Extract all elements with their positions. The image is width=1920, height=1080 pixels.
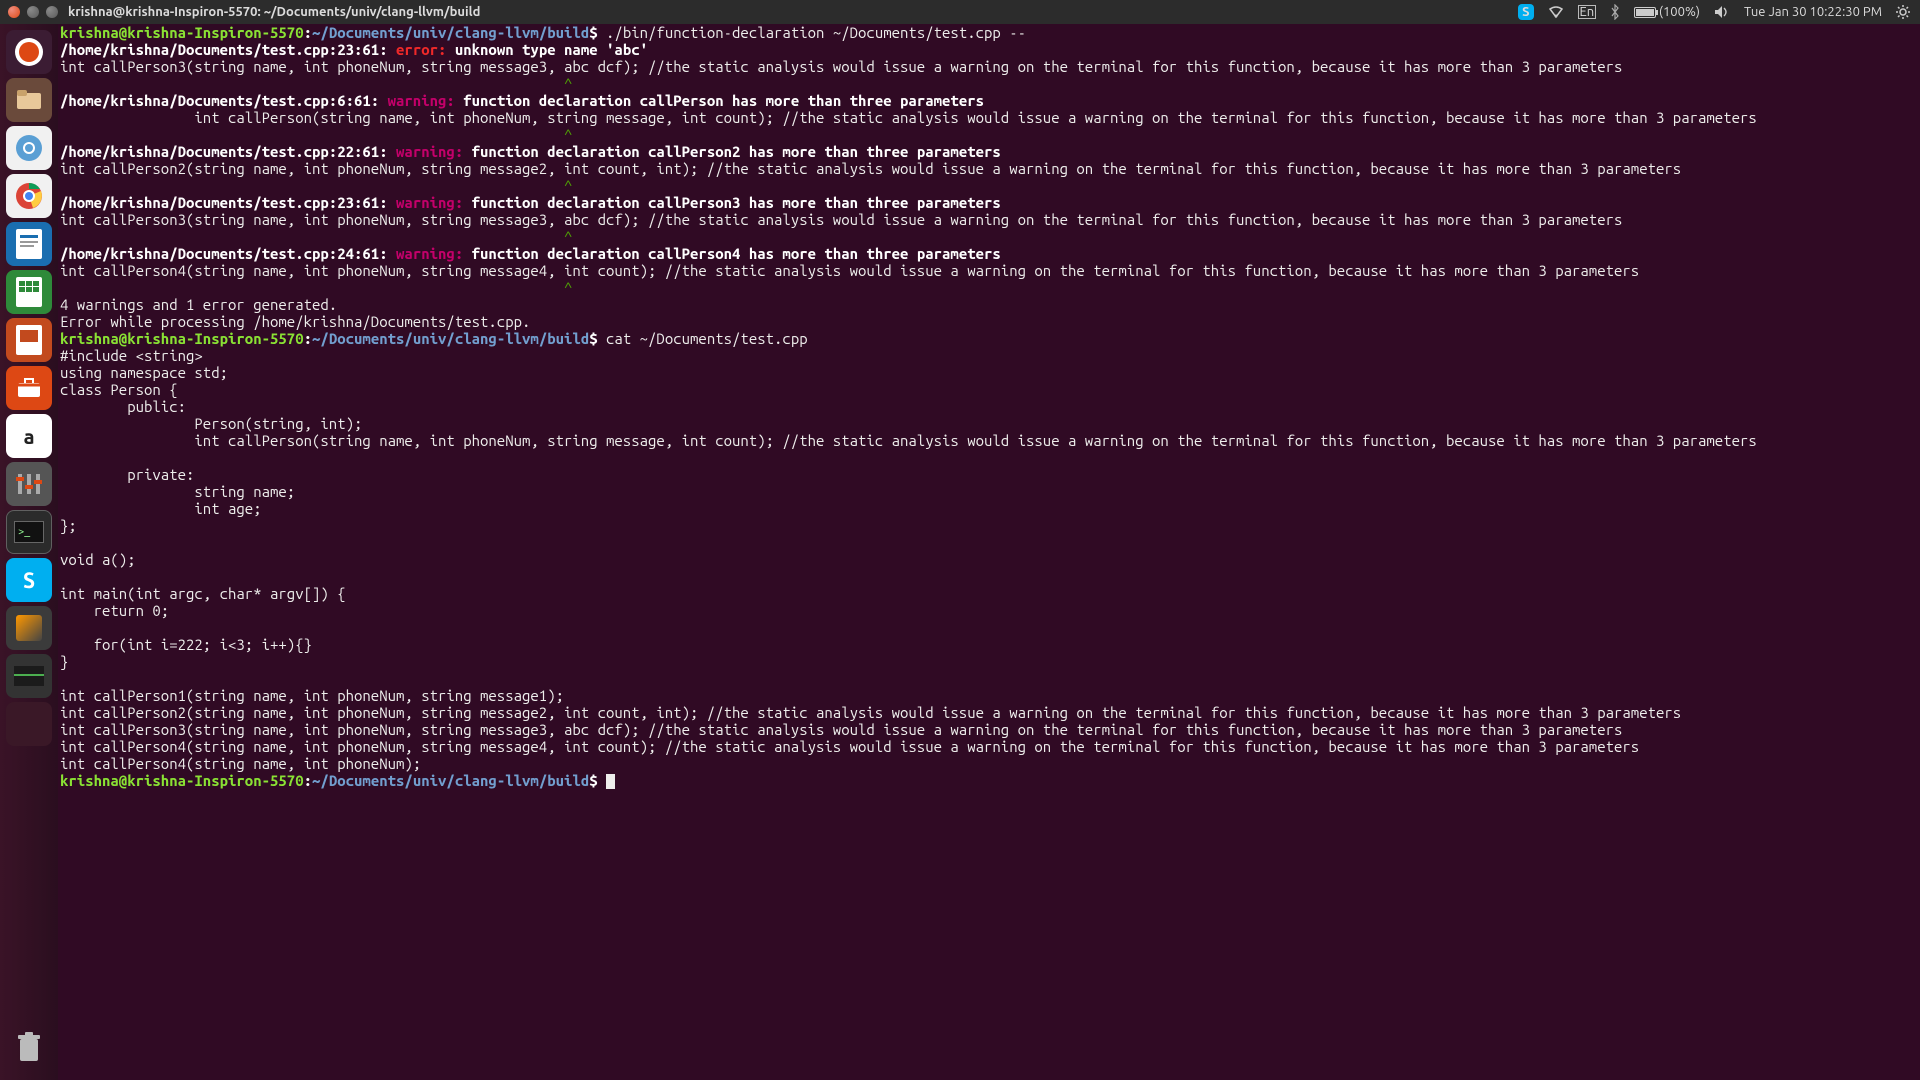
trash-icon[interactable] [6,1026,52,1070]
diag-code-line: int callPerson4(string name, int phoneNu… [60,262,1639,279]
diag-code-line: int callPerson2(string name, int phoneNu… [60,160,1681,177]
summary-line: 4 warnings and 1 error generated. [60,296,337,313]
diag-message: function declaration callPerson has more… [463,92,984,109]
diag-code-line: int callPerson(string name, int phoneNum… [60,109,1757,126]
diag-message: function declaration callPerson4 has mor… [472,245,1001,262]
summary-line: Error while processing /home/krishna/Doc… [60,313,530,330]
maximize-button[interactable] [46,6,58,18]
warning-keyword: warning: [396,143,472,160]
amazon-icon[interactable]: a [6,414,52,458]
clock[interactable]: Tue Jan 30 10:22:30 PM [1744,5,1882,19]
source-line: int callPerson1(string name, int phoneNu… [60,687,564,704]
command-2: cat ~/Documents/test.cpp [598,330,808,347]
source-line: for(int i=222; i<3; i++){} [60,636,312,653]
source-line: private: [60,466,194,483]
diag-code-line: int callPerson3(string name, int phoneNu… [60,211,1622,228]
ubuntu-software-icon[interactable] [6,366,52,410]
libreoffice-calc-icon[interactable] [6,270,52,314]
libreoffice-writer-icon[interactable] [6,222,52,266]
prompt-user-host: krishna@krishna-Inspiron-5570 [60,772,304,789]
window-title: krishna@krishna-Inspiron-5570: ~/Documen… [68,5,480,19]
prompt-user-host: krishna@krishna-Inspiron-5570 [60,24,304,41]
diag-caret: ^ [60,126,572,143]
source-line: int callPerson3(string name, int phoneNu… [60,721,1622,738]
diag-caret: ^ [60,177,572,194]
settings-icon[interactable] [6,462,52,506]
system-monitor-icon[interactable] [6,654,52,698]
source-line: int callPerson(string name, int phoneNum… [60,432,1757,449]
sublime-text-icon[interactable] [6,606,52,650]
diag-location: /home/krishna/Documents/test.cpp:22:61: [60,143,396,160]
prompt-cwd: ~/Documents/univ/clang-llvm/build [312,330,589,347]
terminal-icon[interactable]: >_ [6,510,52,554]
source-line: using namespace std; [60,364,228,381]
window-controls [0,6,58,18]
warning-keyword: warning: [388,92,464,109]
unity-launcher: a >_ S [0,24,58,1080]
warning-keyword: warning: [396,245,472,262]
source-line: Person(string, int); [60,415,362,432]
session-gear-icon[interactable] [1896,5,1910,19]
source-line: }; [60,517,77,534]
warning-keyword: warning: [396,194,472,211]
chromium-icon[interactable] [6,126,52,170]
workspace-switcher-icon[interactable] [6,702,52,746]
diag-caret: ^ [60,75,572,92]
battery-percentage: (100%) [1659,5,1700,19]
command-1: ./bin/function-declaration ~/Documents/t… [598,24,1026,41]
keyboard-layout-icon[interactable]: En [1578,5,1596,19]
prompt-user-host: krishna@krishna-Inspiron-5570 [60,330,304,347]
bluetooth-icon[interactable] [1610,4,1620,20]
skype-app-icon[interactable]: S [6,558,52,602]
source-line: return 0; [60,602,169,619]
terminal-cursor [606,774,615,789]
diag-message: unknown type name 'abc' [455,41,648,58]
prompt-cwd: ~/Documents/univ/clang-llvm/build [312,772,589,789]
diag-message: function declaration callPerson3 has mor… [472,194,1001,211]
system-indicators: S En (100%) Tue Jan 30 10:22:30 PM [1518,4,1920,20]
top-menubar: krishna@krishna-Inspiron-5570: ~/Documen… [0,0,1920,24]
libreoffice-impress-icon[interactable] [6,318,52,362]
error-keyword: error: [396,41,455,58]
source-line: void a(); [60,551,136,568]
battery-indicator[interactable]: (100%) [1634,5,1700,19]
diag-message: function declaration callPerson2 has mor… [472,143,1001,160]
source-line: class Person { [60,381,178,398]
diag-location: /home/krishna/Documents/test.cpp:6:61: [60,92,388,109]
sound-icon[interactable] [1714,5,1730,19]
source-line: string name; [60,483,295,500]
source-line: int callPerson4(string name, int phoneNu… [60,755,421,772]
source-line: int callPerson2(string name, int phoneNu… [60,704,1681,721]
diag-location: /home/krishna/Documents/test.cpp:23:61: [60,194,396,211]
diag-code-line: int callPerson3(string name, int phoneNu… [60,58,1622,75]
battery-icon [1634,7,1656,18]
diag-location: /home/krishna/Documents/test.cpp:23:61: [60,41,396,58]
chrome-icon[interactable] [6,174,52,218]
diag-caret: ^ [60,228,572,245]
files-icon[interactable] [6,78,52,122]
source-line: public: [60,398,186,415]
source-line: int callPerson4(string name, int phoneNu… [60,738,1639,755]
skype-indicator-icon[interactable]: S [1518,4,1534,20]
network-wifi-icon[interactable] [1548,5,1564,19]
terminal-viewport[interactable]: krishna@krishna-Inspiron-5570:~/Document… [58,24,1920,1080]
diag-location: /home/krishna/Documents/test.cpp:24:61: [60,245,396,262]
dash-icon[interactable] [6,30,52,74]
prompt-cwd: ~/Documents/univ/clang-llvm/build [312,24,589,41]
source-line: int age; [60,500,262,517]
source-line: } [60,653,68,670]
diag-caret: ^ [60,279,572,296]
minimize-button[interactable] [27,6,39,18]
close-button[interactable] [8,6,20,18]
source-line: #include <string> [60,347,203,364]
source-line: int main(int argc, char* argv[]) { [60,585,346,602]
